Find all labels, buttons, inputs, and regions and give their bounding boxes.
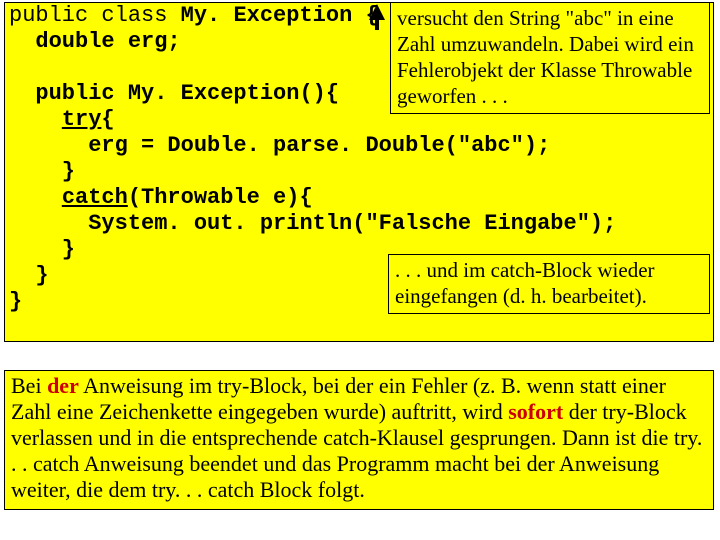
code-line-8a [9,185,62,210]
code-line-5c: { [101,107,114,132]
code-line-5a [9,107,62,132]
code-line-6: erg = Double. parse. Double("abc"); [9,133,550,158]
explanation-panel: Bei der Anweisung im try-Block, bei der … [4,370,714,510]
code-line-2: double erg; [9,29,181,54]
para-text-1: Bei [11,373,47,398]
code-line-1a: public class [9,3,181,28]
code-try-keyword: try [62,107,102,132]
code-line-4: public My. Exception(){ [9,81,339,106]
code-line-11: } [9,263,49,288]
callout-try-text: versucht den String "abc" in eine Zahl u… [397,6,694,108]
para-red-der: der [47,373,79,398]
code-line-8c: (Throwable e){ [128,185,313,210]
code-line-7: } [9,159,75,184]
code-catch-keyword: catch [62,185,128,210]
code-line-9: System. out. println("Falsche Eingabe"); [9,211,616,236]
code-line-1b: My. Exception { [181,3,379,28]
callout-catch: . . . und im catch-Block wieder eingefan… [388,254,710,314]
code-line-10: } [9,237,75,262]
callout-catch-text: . . . und im catch-Block wieder eingefan… [395,258,655,308]
callout-try: versucht den String "abc" in eine Zahl u… [390,2,710,114]
para-red-sofort: sofort [508,399,563,424]
code-line-12: } [9,289,22,314]
